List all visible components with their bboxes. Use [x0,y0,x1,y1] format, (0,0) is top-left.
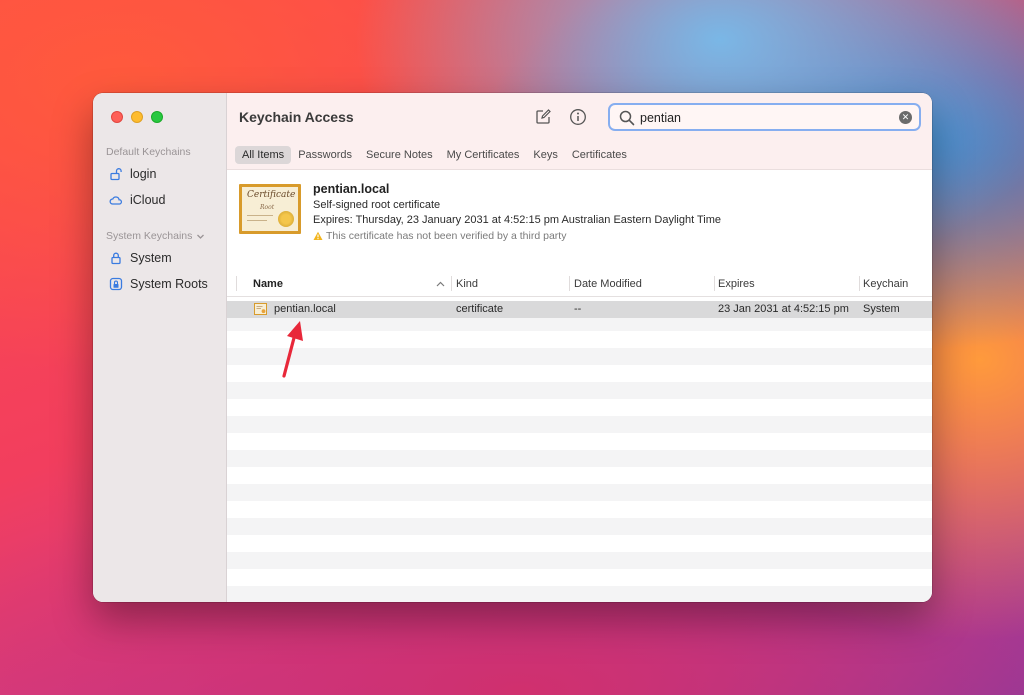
sidebar-section-system: System Keychains [106,230,205,242]
certificate-warning-text: This certificate has not been verified b… [326,230,567,242]
sidebar-item-label: login [130,167,157,181]
row-expires: 23 Jan 2031 at 4:52:15 pm [718,303,849,315]
sidebar-item-label: System [130,251,172,265]
sidebar-item-system[interactable]: System [109,251,172,265]
keychain-window: Default Keychains login iCloud System Ke… [93,93,932,602]
info-icon[interactable] [569,108,587,126]
column-separator [236,276,237,291]
certificate-thumbnail-line [247,215,273,216]
minimize-window-button[interactable] [131,111,143,123]
main-pane: Keychain Access ✕ All Items P [227,93,932,602]
window-title: Keychain Access [239,109,354,125]
certificate-type: Self-signed root certificate [313,199,441,211]
column-separator[interactable] [714,276,715,291]
zoom-window-button[interactable] [151,111,163,123]
certificate-warning: This certificate has not been verified b… [313,230,566,242]
column-header-date-modified[interactable]: Date Modified [574,278,642,290]
row-name: pentian.local [274,303,336,315]
search-field[interactable]: ✕ [608,103,921,131]
tab-passwords[interactable]: Passwords [291,146,359,164]
table-row[interactable]: pentian.local certificate -- 23 Jan 2031… [227,301,932,318]
sidebar-item-system-roots[interactable]: System Roots [109,277,208,291]
sidebar-section-label: Default Keychains [106,146,191,158]
column-header-keychain[interactable]: Keychain [863,278,908,290]
sidebar: Default Keychains login iCloud System Ke… [93,93,227,602]
certificate-expiry: Expires: Thursday, 23 January 2031 at 4:… [313,214,722,226]
lock-icon [111,252,121,265]
row-kind: certificate [456,303,504,315]
chevron-down-icon[interactable] [196,232,205,241]
tab-my-certificates[interactable]: My Certificates [440,146,527,164]
column-header-name[interactable]: Name [253,278,283,290]
sidebar-item-label: iCloud [130,193,166,207]
table-body: pentian.local certificate -- 23 Jan 2031… [227,297,932,602]
certificate-name: pentian.local [313,182,390,196]
tab-certificates[interactable]: Certificates [565,146,634,164]
tab-all-items[interactable]: All Items [235,146,292,164]
search-icon [619,110,635,126]
sidebar-item-label: System Roots [130,277,208,291]
tab-secure-notes[interactable]: Secure Notes [359,146,440,164]
lock-box-icon [109,277,123,291]
compose-icon[interactable] [534,108,552,126]
column-header-kind[interactable]: Kind [456,278,478,290]
column-separator[interactable] [859,276,860,291]
close-window-button[interactable] [111,111,123,123]
column-header-expires[interactable]: Expires [718,278,755,290]
sidebar-section-label: System Keychains [106,230,193,242]
cloud-icon [109,196,123,205]
sidebar-item-login[interactable]: login [109,167,156,181]
sort-ascending-icon[interactable] [436,281,445,287]
column-separator[interactable] [569,276,570,291]
table-header: Name Kind Date Modified Expires Keychain [227,271,932,297]
certificate-detail: Certificate Root pentian.local Self-sign… [227,171,932,271]
warning-icon [313,231,323,240]
sidebar-item-icloud[interactable]: iCloud [109,193,165,207]
toolbar: Keychain Access ✕ All Items P [227,93,932,170]
row-keychain: System [863,303,900,315]
column-separator[interactable] [451,276,452,291]
sidebar-section-default: Default Keychains [106,146,191,158]
search-input[interactable] [640,109,890,127]
window-controls [111,111,163,123]
certificate-thumbnail-title: Certificate [247,190,296,200]
row-date-modified: -- [574,303,582,315]
category-tabs: All Items Passwords Secure Notes My Cert… [235,146,634,164]
certificate-thumbnail-subtitle: Root [260,204,275,211]
certificate-seal-icon [278,211,294,227]
certificate-thumbnail-line [247,220,267,221]
lock-open-icon [110,168,122,181]
certificate-icon [254,303,267,315]
clear-search-icon[interactable]: ✕ [899,111,912,124]
certificate-thumbnail-icon: Certificate Root [239,184,301,234]
items-table: Name Kind Date Modified Expires Keychain [227,271,932,602]
tab-keys[interactable]: Keys [526,146,564,164]
